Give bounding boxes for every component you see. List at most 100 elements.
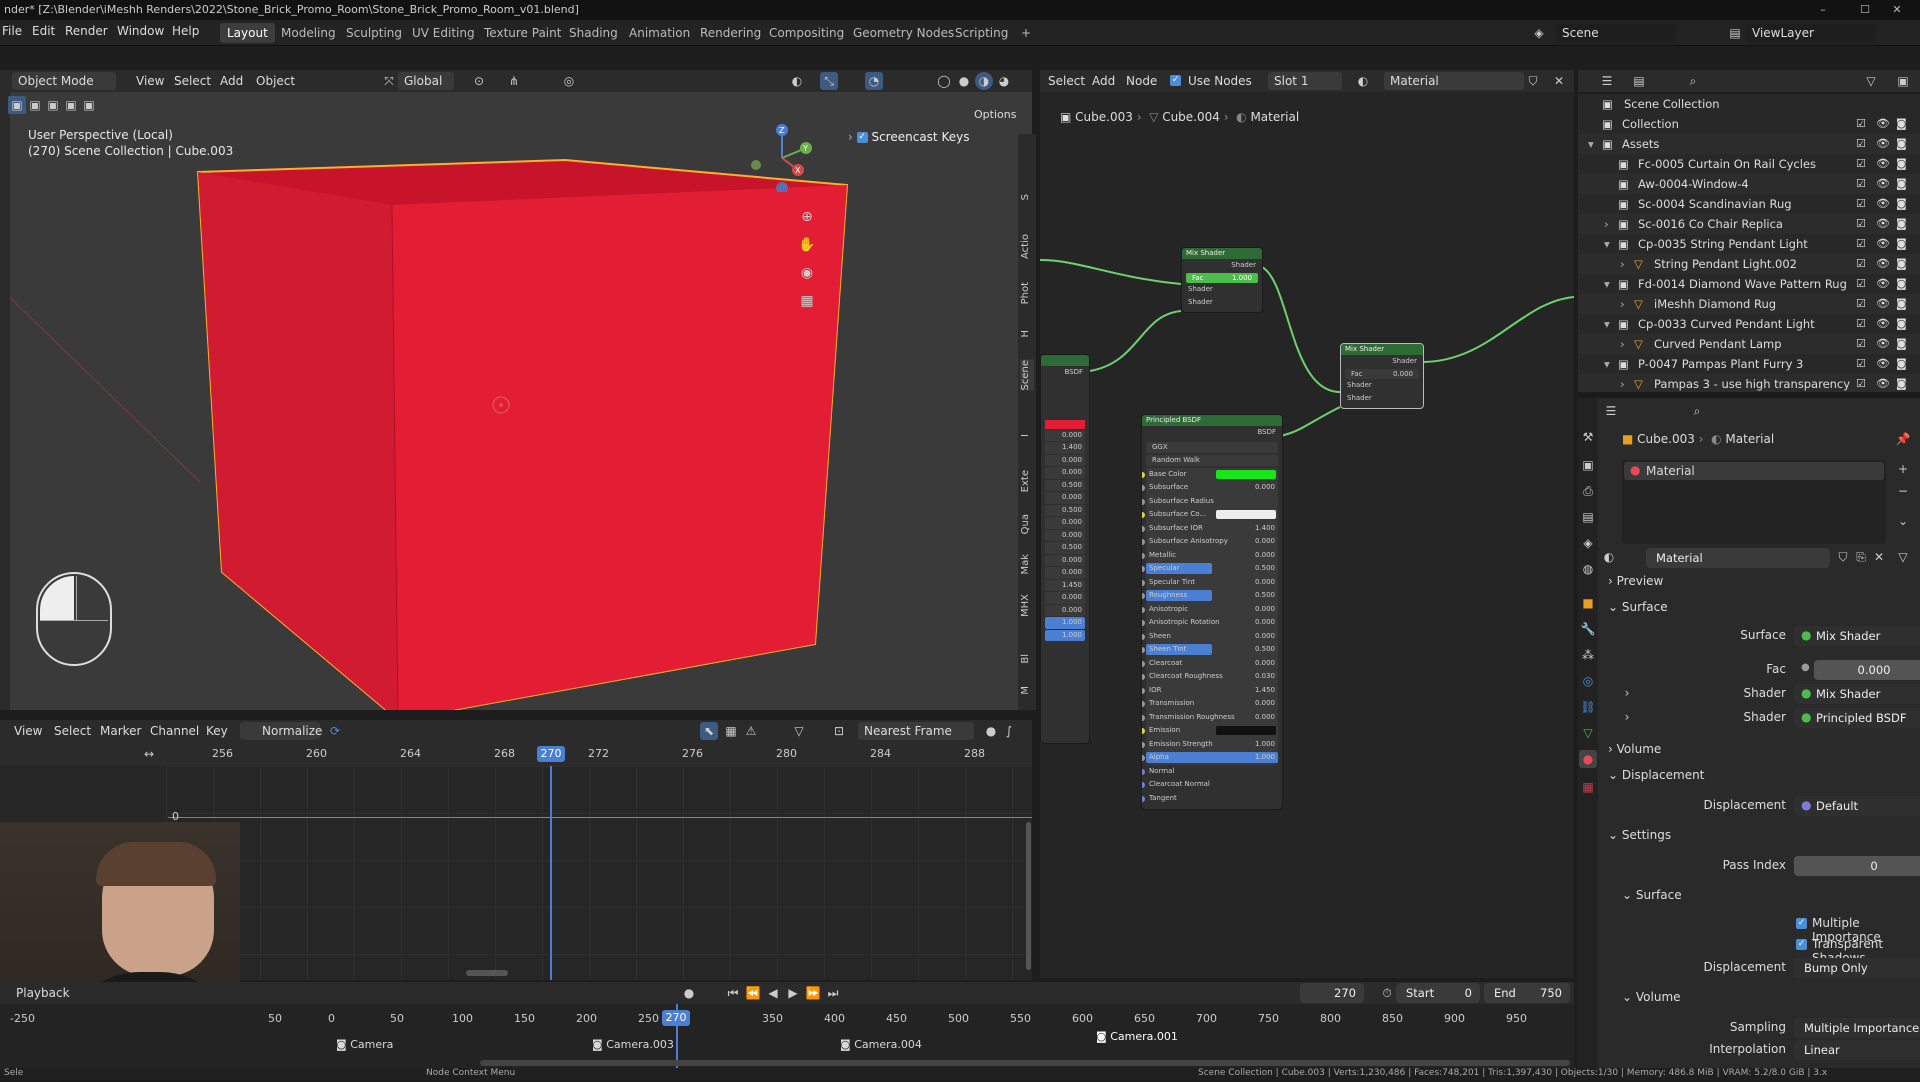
camera-icon[interactable]: ◙: [1896, 354, 1907, 374]
workspace-tab-modeling[interactable]: Modeling: [274, 23, 343, 43]
bsdf-input-row[interactable]: Base Color: [1142, 467, 1278, 481]
bsdf-input-row[interactable]: Clearcoat Normal: [1142, 778, 1278, 792]
bsdf-input-row[interactable]: Sheen Tint 0.500: [1142, 643, 1278, 657]
eye-icon[interactable]: 👁: [1876, 274, 1890, 294]
outliner[interactable]: ▣ Scene Collection ▣ Collection ☑ 👁 ◙ ▾ ▣ Asset…: [1578, 94, 1920, 392]
bsdf-input-row[interactable]: Subsurface Anisotropy 0.000: [1142, 535, 1278, 549]
graph-current-frame[interactable]: 270: [537, 746, 565, 762]
zoom-icon[interactable]: ⊕: [798, 208, 816, 226]
checkbox-icon[interactable]: ☑: [1856, 154, 1866, 174]
eye-icon[interactable]: 👁: [1876, 134, 1890, 154]
play-reverse-icon[interactable]: ◀: [764, 984, 782, 1002]
camera-icon[interactable]: ◙: [1896, 214, 1907, 234]
bsdf-input-row[interactable]: Anisotropic 0.000: [1142, 602, 1278, 616]
left-bsdf-node[interactable]: BSDF 0.000 1.400 0.000 0.000 0.500 0.000 0.500…: [1040, 354, 1090, 744]
select-intersect-icon[interactable]: ▣: [80, 96, 98, 114]
curve-icon[interactable]: ∫: [1000, 722, 1018, 740]
screencast-keys-panel[interactable]: › ✓ Screencast Keys: [848, 128, 1014, 146]
filter-icon[interactable]: ▽: [1862, 72, 1880, 90]
show-hidden-icon[interactable]: ▦: [722, 722, 740, 740]
auto-normalize-icon[interactable]: ⟳: [326, 722, 344, 740]
outliner-item[interactable]: › ▽ iMeshh Diamond Rug ☑ 👁 ◙: [1578, 294, 1920, 314]
shader1-field[interactable]: Mix Shader: [1794, 684, 1920, 704]
subsurface-method-dropdown[interactable]: Random Walk: [1146, 454, 1278, 466]
side-tab-photographer[interactable]: Phot: [1020, 282, 1034, 304]
material-slot-list[interactable]: Material ●: [1622, 460, 1886, 544]
checkbox-icon[interactable]: ☑: [1856, 354, 1866, 374]
node-menu-node[interactable]: Node: [1120, 72, 1163, 90]
bsdf-input-row[interactable]: Clearcoat Roughness 0.030: [1142, 670, 1278, 684]
camera-icon[interactable]: ◙: [1896, 154, 1907, 174]
jump-start-icon[interactable]: ⏮: [724, 984, 742, 1002]
graph-menu-select[interactable]: Select: [48, 722, 97, 740]
modifier-tab-icon[interactable]: 🔧: [1579, 620, 1597, 638]
pass-index-field[interactable]: 0: [1794, 856, 1920, 876]
material-browse-icon[interactable]: ◐: [1600, 548, 1618, 566]
expand-shader1-icon[interactable]: ›: [1618, 684, 1636, 702]
constraints-tab-icon[interactable]: ⛓: [1579, 698, 1597, 716]
bsdf-input-row[interactable]: Subsurface Radius: [1142, 494, 1278, 508]
bsdf-input-row[interactable]: Emission Strength 1.000: [1142, 737, 1278, 751]
eye-icon[interactable]: 👁: [1876, 194, 1890, 214]
bsdf-input-row[interactable]: Subsurface IOR 1.400: [1142, 521, 1278, 535]
graph-frame-ruler[interactable]: ↔ 256 260 264 268 272 276 280 284 288: [0, 742, 1032, 766]
bsdf-input-row[interactable]: Emission: [1142, 724, 1278, 738]
eye-icon[interactable]: 👁: [1876, 174, 1890, 194]
menu-window[interactable]: Window: [117, 24, 164, 38]
editor-type-icon[interactable]: ☰: [1598, 72, 1616, 90]
outliner-item[interactable]: › ▽ String Pendant Light.002 ☑ 👁 ◙: [1578, 254, 1920, 274]
select-subtract-icon[interactable]: ▣: [44, 96, 62, 114]
orientation-dropdown[interactable]: Global: [398, 72, 454, 90]
current-frame-field[interactable]: 270: [1300, 983, 1364, 1003]
multiple-importance-checkbox[interactable]: ✓: [1796, 918, 1807, 929]
material-shading-icon[interactable]: ◑: [975, 72, 993, 90]
transparent-shadows-checkbox[interactable]: ✓: [1796, 939, 1807, 950]
use-nodes-checkbox[interactable]: ✓: [1170, 75, 1181, 86]
camera-icon[interactable]: ◙: [1896, 314, 1907, 334]
checkbox-icon[interactable]: ☑: [1856, 274, 1866, 294]
texture-tab-icon[interactable]: ▦: [1579, 778, 1597, 796]
link-type-icon[interactable]: ▽: [1894, 548, 1912, 566]
left-node-value[interactable]: 0.000: [1045, 592, 1085, 604]
wireframe-shading-icon[interactable]: ◯: [935, 72, 953, 90]
output-tab-icon[interactable]: ⎙: [1579, 482, 1597, 500]
bsdf-input-row[interactable]: Anisotropic Rotation 0.000: [1142, 616, 1278, 630]
timeline-scrollbar[interactable]: [480, 1060, 1570, 1066]
left-node-value[interactable]: 1.000: [1045, 617, 1085, 629]
left-node-value[interactable]: 0.000: [1045, 529, 1085, 541]
properties-panel[interactable]: ☰ ⌕ ■ Cube.003 › ◐ Material 📌 Material ●…: [1598, 398, 1920, 1068]
node-editor[interactable]: ▣ Cube.003 › ▽ Cube.004 › ◐ Material Mix…: [1040, 92, 1574, 978]
subpanel-surface[interactable]: ⌄ Surface: [1622, 888, 1682, 902]
camera-icon[interactable]: ◙: [1896, 254, 1907, 274]
bsdf-input-row[interactable]: Sheen 0.000: [1142, 629, 1278, 643]
camera-icon[interactable]: ◙: [1896, 174, 1907, 194]
timeline[interactable]: -250 50 0 50 100 150 200 250 350 400 450 500 550 600 6…: [0, 1004, 1574, 1068]
interpolation-dropdown[interactable]: Linear: [1794, 1040, 1920, 1060]
left-node-value[interactable]: 1.450: [1045, 579, 1085, 591]
workspace-tab-scripting[interactable]: Scripting: [948, 23, 1015, 43]
marker-camera-003[interactable]: ◙ Camera.003: [592, 1038, 674, 1051]
fake-user-icon[interactable]: ⛉: [1834, 548, 1852, 566]
bsdf-input-row[interactable]: Subsurface 0.000: [1142, 481, 1278, 495]
outliner-item[interactable]: › ▽ Pampas 3 - use high transparency ☑ 👁 ◙: [1578, 374, 1920, 392]
side-tab-quality[interactable]: Qua: [1020, 514, 1034, 534]
side-tab-i[interactable]: I: [1020, 434, 1034, 437]
bsdf-input-row[interactable]: Subsurface Co...: [1142, 508, 1278, 522]
left-node-value[interactable]: 0.000: [1045, 454, 1085, 466]
camera-icon[interactable]: ◙: [1896, 374, 1907, 392]
checkbox-icon[interactable]: ☑: [1856, 294, 1866, 314]
material-slot[interactable]: Material: [1624, 462, 1884, 480]
properties-editor-icon[interactable]: ☰: [1602, 402, 1620, 420]
camera-icon[interactable]: ◙: [1896, 334, 1907, 354]
camera-view-icon[interactable]: ◉: [798, 264, 816, 282]
outliner-item[interactable]: ▾ ▣ P-0047 Pampas Plant Furry 3 ☑ 👁 ◙: [1578, 354, 1920, 374]
timeline-current-frame[interactable]: 270: [662, 1010, 690, 1026]
filter-icon[interactable]: ▽: [790, 722, 808, 740]
play-icon[interactable]: ▶: [784, 984, 802, 1002]
workspace-tab-geometry-nodes[interactable]: Geometry Nodes: [846, 23, 961, 43]
workspace-tab-layout[interactable]: Layout: [220, 23, 275, 43]
overlay-toggle-icon[interactable]: ◔: [865, 72, 883, 90]
particles-tab-icon[interactable]: ⁂: [1579, 646, 1597, 664]
camera-icon[interactable]: ◙: [1896, 294, 1907, 314]
add-workspace-button[interactable]: +: [1014, 23, 1038, 43]
